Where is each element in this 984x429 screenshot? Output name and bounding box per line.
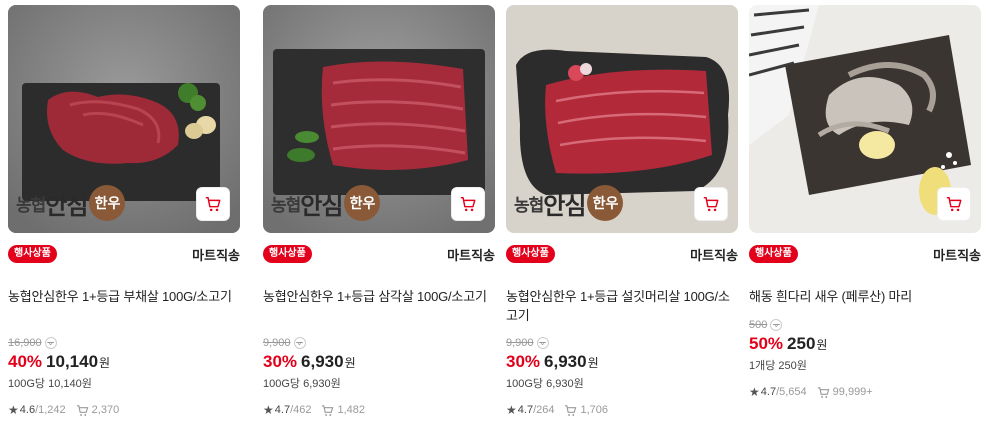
- rating: 4.7: [274, 404, 291, 416]
- product-title[interactable]: 해동 흰다리 새우 (페루산) 마리: [749, 287, 981, 306]
- original-price-row: 500 ⌄: [749, 319, 783, 331]
- brand-name: 안심: [543, 190, 586, 220]
- sale-price: 6,930: [301, 352, 344, 371]
- unit-price: 100G당 10,140원: [8, 378, 92, 390]
- chevron-down-icon[interactable]: ⌄: [293, 337, 306, 349]
- review-count: 1,242: [38, 404, 66, 416]
- brand-logo: 농협 안심 한우: [271, 185, 381, 221]
- currency-label: 원: [816, 338, 828, 352]
- product-title[interactable]: 농협안심한우 1+등급 삼각살 100G/소고기: [263, 287, 495, 306]
- brand-prefix: 농협: [514, 195, 544, 216]
- shipping-label: 마트직송: [690, 248, 738, 263]
- star-icon: ★: [263, 403, 274, 417]
- brand-name: 안심: [300, 190, 343, 220]
- currency-label: 원: [344, 356, 356, 370]
- brand-name: 안심: [45, 190, 88, 220]
- brand-prefix: 농협: [271, 195, 301, 216]
- product-card[interactable]: 행사상품 마트직송 해동 흰다리 새우 (페루산) 마리 500 ⌄ 50% 250…: [749, 5, 981, 425]
- chevron-down-icon[interactable]: ⌄: [536, 337, 549, 349]
- unit-price: 100G당 6,930원: [263, 378, 341, 390]
- unit-price: 1개당 250원: [749, 360, 807, 372]
- brand-seal: 한우: [89, 185, 126, 221]
- original-price-row: 9,900 ⌄: [506, 337, 549, 349]
- product-title[interactable]: 농협안심한우 1+등급 설깃머리살 100G/소고기: [506, 287, 738, 325]
- product-grid: 농협 안심 한우 행사상품 마트직송 농협안심한우 1+등급 부채살 100G/…: [0, 0, 984, 429]
- currency-label: 원: [99, 356, 111, 370]
- cart-icon: [205, 196, 221, 212]
- star-icon: ★: [8, 403, 19, 417]
- shipping-label: 마트직송: [447, 248, 495, 263]
- currency-label: 원: [587, 356, 599, 370]
- review-count: 5,654: [779, 386, 807, 398]
- add-to-cart-button[interactable]: [694, 187, 728, 221]
- brand-logo: 농협 안심 한우: [16, 185, 126, 221]
- discount-rate: 40%: [8, 352, 43, 371]
- product-card[interactable]: 농협 안심 한우 행사상품 마트직송 농협안심한우 1+등급 설깃머리살 100…: [506, 5, 738, 425]
- chevron-down-icon[interactable]: ⌄: [770, 319, 783, 331]
- purchase-count: 99,999+: [832, 386, 873, 398]
- brand-prefix: 농협: [16, 195, 46, 216]
- brand-logo: 농협 안심 한우: [514, 185, 624, 221]
- shipping-label: 마트직송: [192, 248, 240, 263]
- original-price: 9,900: [506, 337, 534, 349]
- cart-icon: [946, 196, 962, 212]
- purchase-count: 1,482: [337, 404, 366, 416]
- event-badge: 행사상품: [8, 245, 57, 263]
- original-price-row: 16,900 ⌄: [8, 337, 57, 349]
- original-price-row: 9,900 ⌄: [263, 337, 306, 349]
- brand-seal: 한우: [587, 185, 624, 221]
- review-count: 462: [293, 404, 312, 416]
- product-card[interactable]: 농협 안심 한우 행사상품 마트직송 농협안심한우 1+등급 부채살 100G/…: [8, 5, 240, 425]
- shipping-label: 마트직송: [933, 248, 981, 263]
- sale-price: 6,930: [544, 352, 587, 371]
- sale-price: 250: [787, 334, 816, 353]
- purchase-count: 1,706: [580, 404, 609, 416]
- product-image[interactable]: [749, 5, 981, 233]
- discount-rate: 30%: [263, 352, 298, 371]
- add-to-cart-button[interactable]: [196, 187, 230, 221]
- review-summary: ★ 4.7/5,654 99,999+: [749, 385, 873, 399]
- cart-icon: [703, 196, 719, 212]
- event-badge: 행사상품: [263, 245, 312, 263]
- product-image[interactable]: 농협 안심 한우: [506, 5, 738, 233]
- event-badge: 행사상품: [749, 245, 798, 263]
- review-count: 264: [536, 404, 555, 416]
- purchase-icon: [564, 404, 577, 417]
- product-image[interactable]: 농협 안심 한우: [263, 5, 495, 233]
- product-card[interactable]: 농협 안심 한우 행사상품 마트직송 농협안심한우 1+등급 삼각살 100G/…: [263, 5, 495, 425]
- rating: 4.7: [517, 404, 534, 416]
- chevron-down-icon[interactable]: ⌄: [44, 337, 57, 349]
- sale-price: 10,140: [46, 352, 99, 371]
- cart-icon: [460, 196, 476, 212]
- discount-rate: 30%: [506, 352, 541, 371]
- add-to-cart-button[interactable]: [937, 187, 971, 221]
- original-price: 16,900: [8, 337, 42, 349]
- discount-rate: 50%: [749, 334, 784, 353]
- add-to-cart-button[interactable]: [451, 187, 485, 221]
- review-summary: ★ 4.6/1,242 2,370: [8, 403, 120, 417]
- original-price: 500: [749, 319, 768, 331]
- review-summary: ★ 4.7/462 1,482: [263, 403, 366, 417]
- rating: 4.6: [19, 404, 36, 416]
- event-badge: 행사상품: [506, 245, 555, 263]
- unit-price: 100G당 6,930원: [506, 378, 584, 390]
- purchase-icon: [76, 404, 89, 417]
- purchase-icon: [817, 386, 830, 399]
- purchase-icon: [321, 404, 334, 417]
- original-price: 9,900: [263, 337, 291, 349]
- star-icon: ★: [749, 385, 760, 399]
- product-image[interactable]: 농협 안심 한우: [8, 5, 240, 233]
- brand-seal: 한우: [344, 185, 381, 221]
- purchase-count: 2,370: [91, 404, 120, 416]
- rating: 4.7: [760, 386, 777, 398]
- review-summary: ★ 4.7/264 1,706: [506, 403, 609, 417]
- star-icon: ★: [506, 403, 517, 417]
- product-title[interactable]: 농협안심한우 1+등급 부채살 100G/소고기: [8, 287, 240, 306]
